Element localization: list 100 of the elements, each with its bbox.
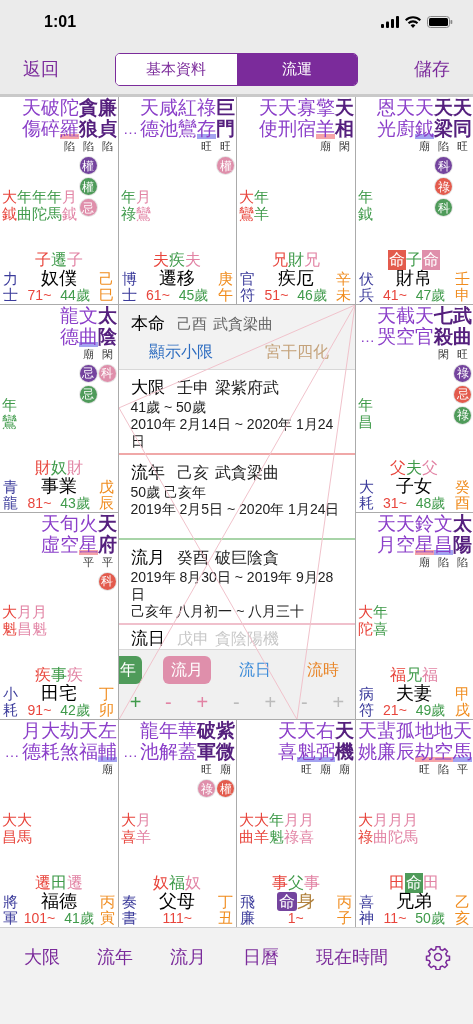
period-label: 大限 — [130, 376, 165, 399]
transform-badge: 忌 — [454, 385, 471, 403]
palace-tag: 疾 — [169, 249, 186, 270]
palace-tag: 田 — [50, 873, 67, 893]
star-name: 年解 — [159, 720, 178, 763]
star-name: 天虛 — [40, 512, 60, 555]
age-range: 111~ — [162, 911, 192, 926]
brightness-label: 旺 — [457, 139, 468, 153]
stepper-button[interactable]: + — [129, 691, 142, 712]
period-detail: 2010年 2月14日 ~ 2020年 1月24日 — [130, 415, 335, 450]
flow-star-label: 月昌 — [17, 603, 32, 638]
brightness-label: 閑 — [338, 139, 350, 153]
period-detail: 41歲 ~ 50歲 — [130, 398, 207, 416]
stepper-button[interactable]: - — [164, 691, 172, 712]
period-label: 本命 — [130, 312, 165, 335]
stem-branch-label: 乙亥 — [455, 894, 470, 926]
palace-tag: 子 — [66, 249, 83, 270]
minor-limit-link[interactable]: 顯示小限 — [148, 340, 213, 365]
flow-tab[interactable]: 年 — [118, 655, 142, 684]
flow-star-label: 大馬 — [17, 811, 32, 845]
spirit-label: 伏兵 — [358, 270, 374, 303]
star-name: 大耗 — [40, 720, 60, 763]
brightness-label: 平 — [101, 554, 113, 569]
star-name: 天府 — [97, 512, 117, 555]
star-name: 天鉞 — [415, 97, 434, 139]
star-name: 火星 — [78, 512, 98, 555]
flow-star-label: 月羊 — [135, 811, 151, 845]
flow-star-label: 年魁 — [269, 811, 284, 845]
age-label: 45歲 — [178, 287, 209, 303]
star-name: 天傷 — [21, 97, 41, 139]
ellipsis-text: … — [123, 119, 138, 139]
brightness-label: 旺 — [201, 139, 212, 153]
stem-branch-label: 壬申 — [455, 270, 470, 303]
brightness-label: 陷 — [101, 139, 113, 153]
brightness-label: 平 — [457, 762, 468, 777]
palace-name: 父母 — [159, 892, 196, 911]
bottom-tab[interactable]: 流年 — [97, 944, 133, 971]
star-name: 天月 — [377, 512, 396, 555]
palace-stem-link[interactable]: 宮干四化 — [264, 340, 329, 365]
palace-name: 奴僕 — [40, 268, 77, 288]
flow-star-label: 大昌 — [2, 811, 17, 845]
star-name: 天廚 — [396, 97, 415, 139]
bottom-tab[interactable]: 流月 — [170, 944, 206, 971]
ganzhi-text: 癸酉 — [176, 547, 209, 568]
palace-tag: 事 — [271, 873, 288, 893]
stars-text: 梁紫府武 — [214, 377, 279, 398]
status-time: 1:01 — [44, 12, 77, 32]
flow-star-label: 年馬 — [47, 187, 62, 222]
age-label: 46歲 — [297, 287, 327, 303]
stem-branch-label: 辛未 — [336, 270, 352, 303]
palace-name: 財帛 — [396, 268, 433, 288]
period-label: 流日 — [130, 627, 165, 650]
flow-star-label: 年鸞 — [2, 395, 17, 430]
palace-tag: 父 — [422, 457, 439, 478]
palace-name: 田宅 — [40, 684, 77, 704]
bottom-tab[interactable]: 現在時間 — [316, 944, 388, 971]
flow-tab[interactable]: 流日 — [230, 655, 279, 684]
bottom-tab[interactable]: 大限 — [24, 944, 60, 971]
palace-tag: 事 — [50, 665, 67, 686]
flow-star-label: 大喜 — [120, 811, 136, 845]
ganzhi-text: 己酉 — [176, 313, 207, 334]
star-name: 孤辰 — [396, 720, 415, 763]
age-range: 71~ — [27, 287, 52, 303]
transform-badge: 祿 — [435, 178, 452, 195]
brightness-label: 廟 — [319, 139, 331, 153]
star-name: 天馬 — [453, 720, 472, 763]
stars-text: 武貪梁曲 — [214, 462, 279, 483]
flow-tab[interactable]: 流月 — [162, 655, 211, 684]
flow-star-label: 大曲 — [239, 811, 254, 845]
bottom-tab[interactable]: 日曆 — [243, 944, 279, 971]
save-button[interactable]: 儲存 — [414, 55, 450, 83]
age-range: 11~ — [383, 911, 407, 926]
brightness-label: 廟 — [82, 346, 94, 361]
star-name: 天哭 — [377, 304, 396, 347]
star-name: 右弼 — [315, 720, 335, 763]
stars-text: 破巨陰貪 — [214, 547, 279, 568]
star-name: 天梁 — [434, 97, 453, 139]
flow-star-label: 大鉞 — [2, 187, 17, 222]
age-range: 41~ — [383, 287, 407, 303]
back-button[interactable]: 返回 — [23, 55, 59, 83]
settings-button[interactable] — [425, 944, 451, 970]
star-name: 巨門 — [216, 97, 235, 139]
brightness-label: 陷 — [438, 554, 449, 569]
palace-tag: 夫 — [153, 249, 170, 270]
star-name: 破軍 — [197, 720, 216, 763]
spirit-label: 博士 — [121, 270, 137, 303]
star-name: 文昌 — [434, 512, 453, 555]
palace-tag: 子 — [34, 249, 51, 270]
star-name: 文曲 — [78, 304, 98, 347]
age-label: 50歲 — [415, 911, 445, 926]
stepper-button[interactable]: + — [196, 691, 209, 712]
spirit-label: 飛廉 — [240, 894, 255, 926]
segment-tab[interactable]: 流運 — [236, 53, 357, 85]
flow-star-label: 年昌 — [357, 395, 373, 430]
star-name: 龍池 — [140, 720, 159, 763]
flow-star-label: 月喜 — [299, 811, 314, 845]
segment-tab[interactable]: 基本資料 — [116, 53, 237, 85]
palace-tag: 夫 — [406, 457, 423, 478]
star-name: 破碎 — [40, 97, 60, 139]
flow-tab[interactable]: 流時 — [298, 655, 347, 684]
